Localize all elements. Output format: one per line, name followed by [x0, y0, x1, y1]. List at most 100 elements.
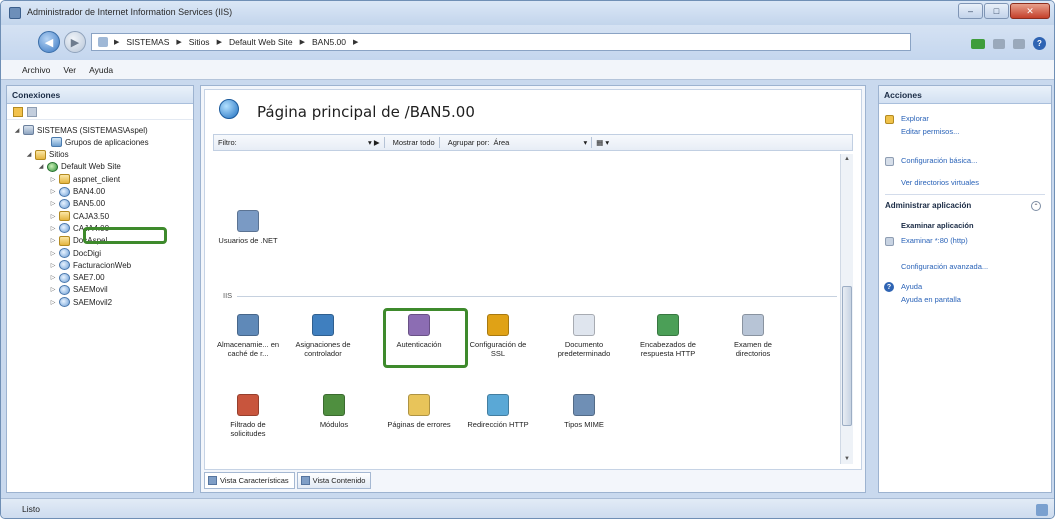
feature-item[interactable]: Redirección HTTP [463, 394, 533, 429]
tree-expander-icon[interactable]: ◢ [25, 151, 33, 158]
tree-node[interactable]: ▷ BAN5.00 [49, 198, 105, 210]
feature-label: Usuarios de .NET [218, 236, 278, 245]
help-icon: ? [884, 282, 894, 292]
basic-settings-link[interactable]: Configuración básica... [901, 156, 977, 165]
output-cache-icon [237, 314, 259, 336]
tree-expander-icon[interactable]: ▷ [49, 274, 57, 281]
tree-expander-icon[interactable]: ▷ [49, 225, 57, 232]
tree-node[interactable]: ▷ SAEMovil [49, 284, 108, 296]
feature-label: Redirección HTTP [467, 420, 529, 429]
tree-expander-icon[interactable]: ◢ [37, 163, 45, 170]
chevron-down-icon[interactable]: ▾ [583, 138, 587, 147]
feature-item[interactable]: Encabezados de respuesta HTTP [633, 314, 703, 358]
tree-node[interactable]: ▷ DocDigi [49, 247, 101, 259]
tree-node[interactable]: Grupos de aplicaciones [41, 136, 149, 148]
feature-item[interactable]: Módulos [299, 394, 369, 429]
back-button[interactable]: ◀ [38, 31, 60, 53]
tree-expander-icon[interactable]: ▷ [49, 250, 57, 257]
tree-expander-icon[interactable]: ▷ [49, 213, 57, 220]
tree-node-label: Default Web Site [61, 162, 121, 172]
feature-item[interactable]: Almacenamie... en caché de r... [213, 314, 283, 358]
feature-item[interactable]: Autenticación [384, 314, 454, 349]
advanced-settings-link[interactable]: Configuración avanzada... [901, 262, 988, 271]
refresh-icon[interactable] [993, 38, 1005, 49]
tab-features-view[interactable]: Vista Características [204, 472, 295, 489]
group-by-select[interactable]: Área [493, 138, 583, 147]
collapse-icon[interactable]: ⌃ [1031, 201, 1041, 211]
menu-ver[interactable]: Ver [63, 65, 76, 75]
tree-node[interactable]: ▷ aspnet_client [49, 173, 120, 185]
menu-archivo[interactable]: Archivo [22, 65, 50, 75]
minimize-button[interactable]: – [958, 3, 983, 19]
tree-node-label: DocDigi [73, 248, 102, 258]
tree-node[interactable]: ◢ SISTEMAS (SISTEMAS\Aspel) [13, 124, 148, 136]
view-mode-icon[interactable]: ▦ ▾ [596, 138, 609, 147]
feature-item[interactable]: Configuración de SSL [463, 314, 533, 358]
tree-node[interactable]: ▷ CAJA3.50 [49, 210, 109, 222]
feature-item[interactable]: Examen de directorios [718, 314, 788, 358]
address-bar[interactable]: ▶ SISTEMAS ▶ Sitios ▶ Default Web Site ▶… [91, 33, 911, 51]
crumb-separator: ▶ [216, 39, 222, 46]
help-icon[interactable]: ? [1033, 37, 1046, 50]
explore-link[interactable]: Explorar [901, 114, 929, 123]
help-link[interactable]: Ayuda [901, 282, 922, 291]
close-button[interactable]: ✕ [1010, 3, 1050, 19]
browse-80-link[interactable]: Examinar *:80 (http) [901, 236, 968, 245]
tree-expander-icon[interactable]: ▷ [49, 176, 57, 183]
feature-item[interactable]: Tipos MIME [549, 394, 619, 429]
tree-node[interactable]: ▷ BAN4.00 [49, 186, 105, 198]
feature-item[interactable]: Usuarios de .NET [213, 210, 283, 245]
tree-expander-icon[interactable]: ◢ [13, 127, 21, 134]
content-view-icon [300, 476, 310, 485]
features-content: Página principal de /BAN5.00 Filtro: ▾ ▶… [204, 89, 862, 470]
feature-item[interactable]: Asignaciones de controlador [288, 314, 358, 358]
feature-item[interactable]: Páginas de errores [384, 394, 454, 429]
tree-expander-icon[interactable]: ▷ [49, 237, 57, 244]
tree-node[interactable]: ◢ Default Web Site [37, 161, 121, 173]
edit-permissions-link[interactable]: Editar permisos... [901, 127, 959, 136]
tab-content-label: Vista Contenido [312, 476, 366, 485]
feature-item[interactable]: Documento predeterminado [549, 314, 619, 358]
stop-icon[interactable] [1013, 38, 1025, 49]
create-connection-icon[interactable] [13, 106, 23, 117]
http-headers-icon [657, 314, 679, 336]
forward-button[interactable]: ▶ [64, 31, 86, 53]
tree-node-label: BAN5.00 [73, 199, 106, 209]
tree-expander-icon[interactable]: ▷ [49, 286, 57, 293]
go-icon[interactable]: ▾ ▶ [368, 138, 380, 147]
filter-input[interactable]: Filtro: [218, 138, 368, 147]
online-help-link[interactable]: Ayuda en pantalla [901, 295, 961, 304]
explore-icon [885, 115, 894, 124]
tree-expander-icon[interactable]: ▷ [49, 262, 57, 269]
breadcrumb-default-web-site[interactable]: Default Web Site [229, 37, 293, 47]
tree-node[interactable]: ▷ SAEMovil2 [49, 296, 112, 308]
tree-expander-icon[interactable]: ▷ [49, 188, 57, 195]
sites-folder-icon [35, 149, 46, 160]
tree-node-label: BAN4.00 [73, 187, 106, 196]
tree-node[interactable]: ◢ Sitios [25, 149, 69, 161]
view-virtual-dirs-link[interactable]: Ver directorios virtuales [901, 178, 979, 187]
breadcrumb-ban500[interactable]: BAN5.00 [312, 37, 346, 47]
maximize-button[interactable]: □ [984, 3, 1009, 19]
scroll-down-icon[interactable]: ▼ [844, 456, 850, 462]
tab-content-view[interactable]: Vista Contenido [296, 472, 372, 489]
vertical-scrollbar[interactable]: ▲ ▼ [840, 154, 853, 464]
connect-icon[interactable] [971, 38, 985, 49]
tree-node[interactable]: ▷ FacturacionWeb [49, 259, 131, 271]
save-connections-icon[interactable] [27, 106, 37, 117]
tree-expander-icon[interactable]: ▷ [49, 299, 57, 306]
users-icon [237, 210, 259, 232]
scroll-thumb[interactable] [842, 286, 852, 426]
scroll-up-icon[interactable]: ▲ [844, 156, 850, 162]
connections-header: Conexiones [7, 86, 193, 104]
feature-item[interactable]: Filtrado de solicitudes [213, 394, 283, 438]
breadcrumb-sites[interactable]: Sitios [189, 37, 210, 47]
tree-expander-icon[interactable]: ▷ [49, 200, 57, 207]
breadcrumb-server[interactable]: SISTEMAS [126, 37, 169, 47]
show-all-button[interactable]: Mostrar todo [393, 138, 435, 147]
address-icon [98, 37, 108, 47]
menu-ayuda[interactable]: Ayuda [89, 65, 113, 75]
feature-label: Tipos MIME [564, 420, 604, 429]
application-icon [59, 223, 70, 234]
tree-node[interactable]: ▷ SAE7.00 [49, 272, 105, 284]
